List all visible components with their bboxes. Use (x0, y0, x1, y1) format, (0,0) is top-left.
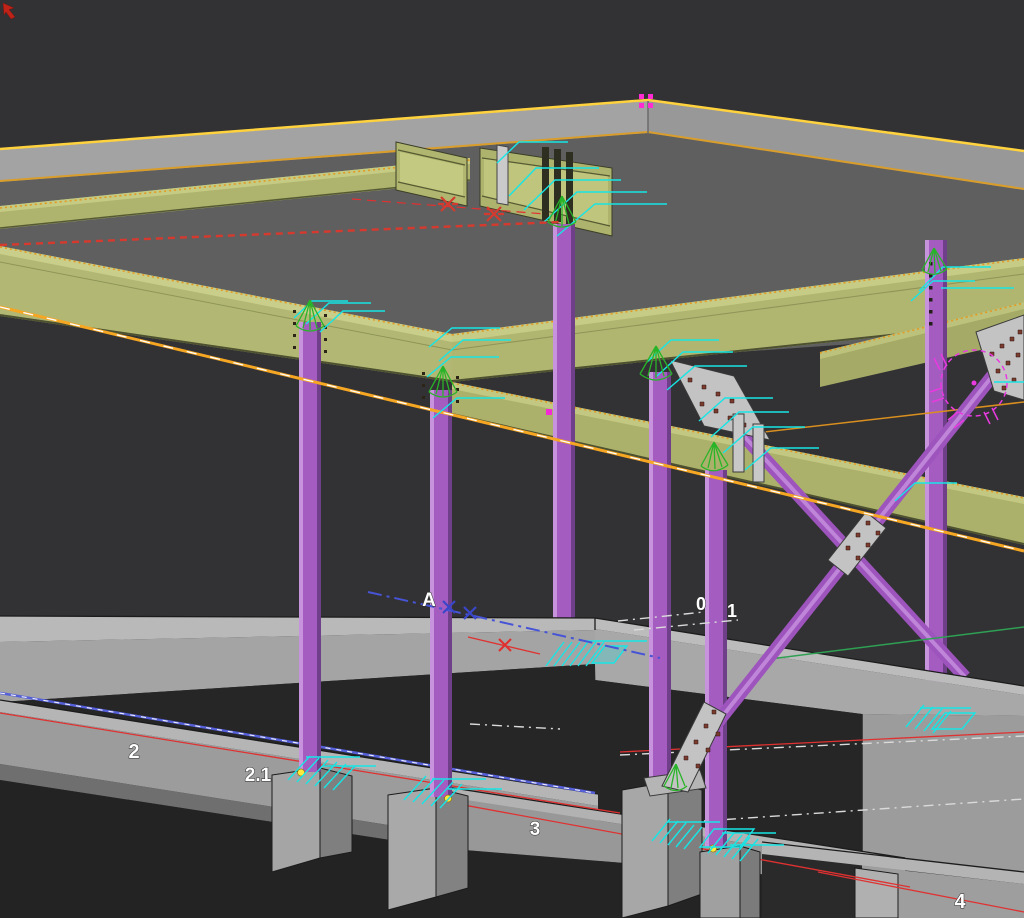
grid-label-2[interactable]: 2 (128, 741, 139, 763)
column-c3[interactable] (553, 224, 575, 630)
reference-point-handle[interactable] (546, 409, 552, 415)
grid-label-2-1[interactable]: 2.1 (245, 765, 272, 786)
column-c4[interactable] (649, 372, 671, 784)
column-c3-shadow (571, 224, 575, 630)
column-c5-highlight (705, 470, 709, 847)
pedestal-f1-front[interactable] (272, 768, 320, 872)
circle-center-dot (972, 381, 977, 386)
pedestal-f3-front[interactable] (622, 782, 668, 918)
connection-plate-dark-1 (542, 147, 549, 220)
grid-label-a[interactable]: A (422, 590, 436, 611)
column-c5-shadow (723, 470, 727, 847)
column-c6-shadow (943, 240, 947, 690)
grid-label-1[interactable]: 1 (727, 601, 737, 621)
grid-label-3[interactable]: 3 (530, 819, 541, 840)
shear-plate-2[interactable] (753, 424, 764, 482)
concrete-block-right[interactable] (855, 868, 898, 918)
pedestal-f2-side (436, 788, 468, 897)
pedestal-f3-side (668, 782, 702, 906)
column-c4-highlight (649, 372, 653, 784)
grid-label-4[interactable]: 4 (954, 891, 966, 913)
column-c3-highlight (553, 224, 557, 630)
column-c1[interactable] (299, 322, 321, 772)
pedestal-f1-side (320, 768, 352, 858)
grid-label-0[interactable]: 0 (696, 594, 706, 614)
viewport-3d[interactable]: A 0 1 2 2.1 3 4 (0, 0, 1024, 918)
column-c5[interactable] (705, 470, 727, 847)
column-c1-highlight (299, 322, 303, 772)
column-c2-shadow (448, 390, 452, 797)
column-c1-shadow (317, 322, 321, 772)
column-c4-shadow (667, 372, 671, 784)
pedestal-f2-front[interactable] (388, 788, 436, 910)
concrete-structure[interactable] (0, 616, 1024, 918)
